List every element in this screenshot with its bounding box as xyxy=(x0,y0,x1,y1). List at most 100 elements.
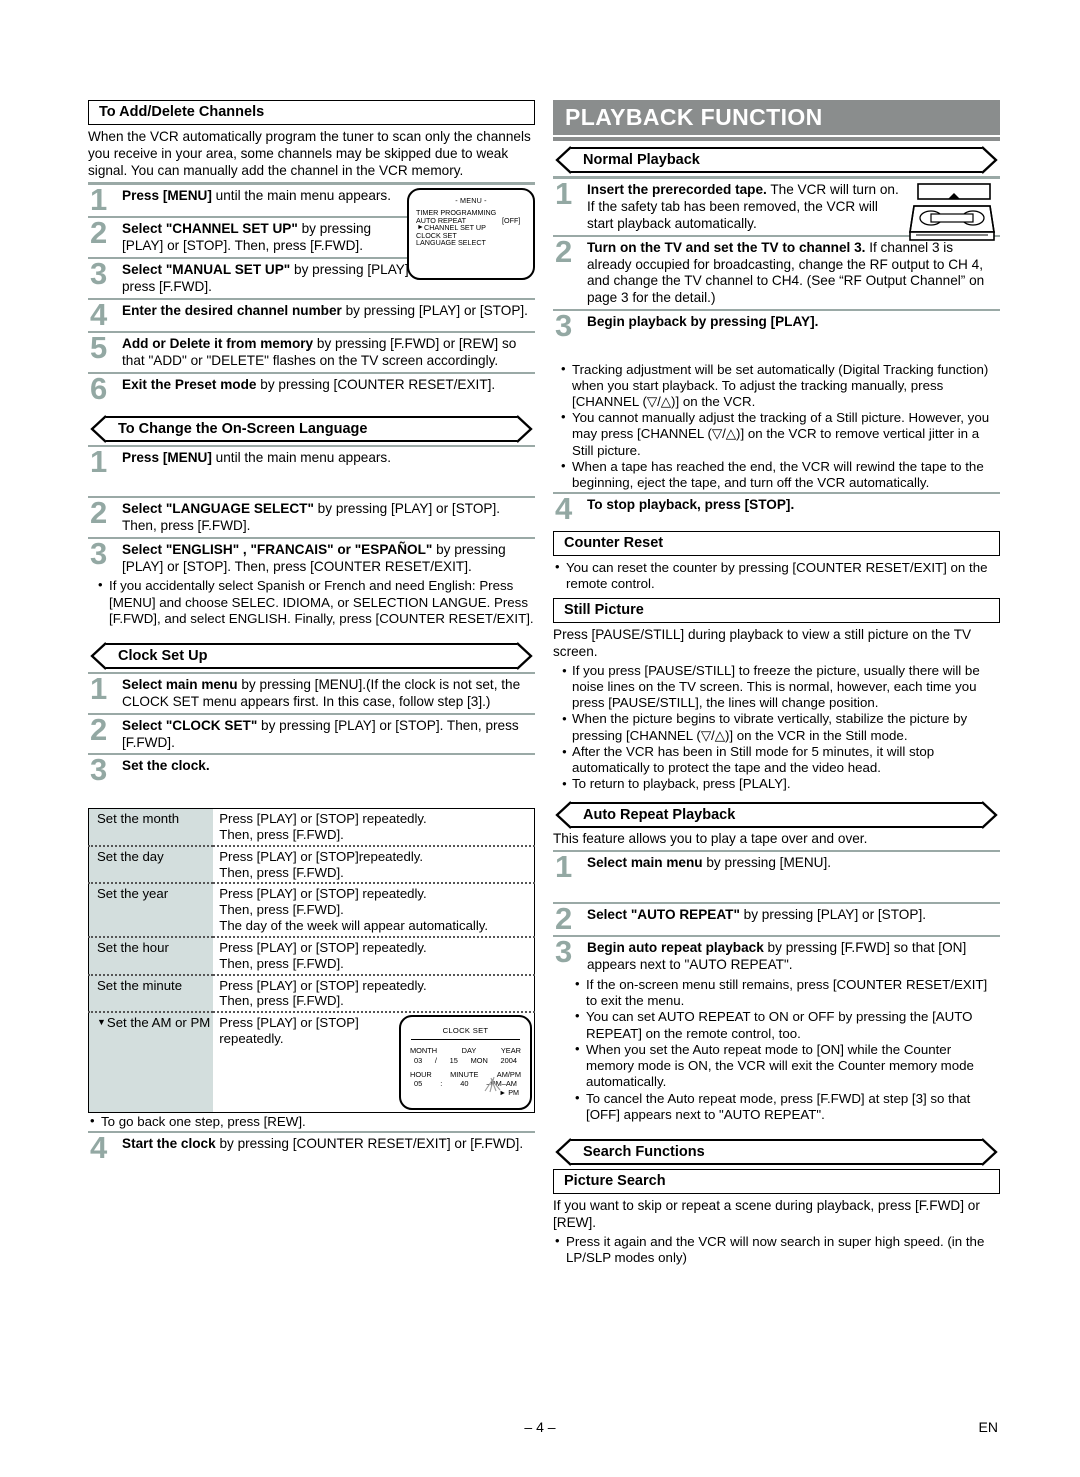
step-text: Enter the desired channel number by pres… xyxy=(122,302,528,318)
step-number: 1 xyxy=(555,176,573,212)
picture-search-bullets: Press it again and the VCR will now sear… xyxy=(553,1233,1000,1266)
osd-clock-title: CLOCK SET xyxy=(442,1026,489,1036)
still-picture-intro: Press [PAUSE/STILL] during playback to v… xyxy=(553,627,972,659)
still-picture-bullets: If you press [PAUSE/STILL] to freeze the… xyxy=(559,663,1000,793)
step-text: Turn on the TV and set the TV to channel… xyxy=(587,239,985,306)
step-row: 1 Select main menu by pressing [MENU].(I… xyxy=(88,671,535,713)
osd-menu-rows: TIMER PROGRAMMING AUTO REPEAT [OFF] ► CHAN… xyxy=(416,209,533,247)
step-row: 4 Start the clock by pressing [COUNTER R… xyxy=(88,1132,535,1165)
step-row: 1 Select main menu by pressing [MENU]. xyxy=(553,849,1000,902)
page-number: – 4 – xyxy=(524,1419,556,1435)
language-note: If you accidentally select Spanish or Fr… xyxy=(96,577,535,627)
section-normal-playback-header: Normal Playback xyxy=(553,146,1000,174)
step-text: Set the clock. xyxy=(122,758,210,774)
step-row: 2 Select "LANGUAGE SELECT" by pressing [… xyxy=(88,497,535,537)
bullet-item: You cannot manually adjust the tracking … xyxy=(559,409,1000,459)
step-row: 3 Select "ENGLISH" , "FRANCAIS" or "ESPA… xyxy=(88,538,535,578)
section-counter-reset-title: Counter Reset xyxy=(553,530,1000,557)
left-column: To Add/Delete Channels When the VCR auto… xyxy=(88,100,535,1268)
table-cell-value: Press [PLAY] or [STOP] repeatedly. Then,… xyxy=(213,973,535,1013)
step-text: Begin playback by pressing [PLAY]. xyxy=(587,314,819,330)
table-cell-value: Press [PLAY] or [STOP] repeatedly. Then,… xyxy=(213,935,535,975)
bracket-left-icon xyxy=(553,801,571,830)
osd-menu-title: - MENU - xyxy=(455,195,487,205)
section-clock-header: Clock Set Up xyxy=(88,642,535,670)
step-row: 2 Select "AUTO REPEAT" by pressing [PLAY… xyxy=(553,903,1000,936)
bracket-left-icon xyxy=(88,642,106,670)
banner-underline xyxy=(553,137,1000,142)
bullet-item: You can reset the counter by pressing [C… xyxy=(553,559,1000,592)
step-text: Select "LANGUAGE SELECT" by pressing [PL… xyxy=(122,501,501,533)
section-language-header: To Change the On-Screen Language xyxy=(88,414,535,443)
table-cell-label: Set the month xyxy=(88,808,214,846)
osd-clock-grid: MONTH DAY YEAR 03 / 15 MON 2004 HOUR MIN… xyxy=(410,1046,521,1098)
picture-search-intro: If you want to skip or repeat a scene du… xyxy=(553,1198,980,1231)
bracket-right-icon xyxy=(517,642,535,670)
step-text: Press [MENU] until the main menu appears… xyxy=(122,449,391,465)
section-normal-playback-title: Normal Playback xyxy=(583,152,700,169)
bullet-item: To return to playback, press [PLALY]. xyxy=(559,776,1000,792)
step-row: 3 Begin playback by pressing [PLAY]. xyxy=(553,310,1000,361)
step-row: 5 Add or Delete it from memory by pressi… xyxy=(88,333,535,372)
bullet-item: When the picture begins to vibrate verti… xyxy=(559,711,1000,743)
bracket-left-icon xyxy=(88,414,106,443)
table-row: Set the hour Press [PLAY] or [STOP] repe… xyxy=(88,935,535,975)
step-text: Select "ENGLISH" , "FRANCAIS" or "ESPAÑO… xyxy=(122,541,506,574)
table-row: Set the month Press [PLAY] or [STOP] rep… xyxy=(88,808,535,846)
osd-auto-repeat-value: [OFF] xyxy=(502,215,521,225)
bullet-item: When a tape has reached the end, the VCR… xyxy=(559,458,1000,491)
page-language-code: EN xyxy=(978,1419,998,1435)
step-text: To stop playback, press [STOP]. xyxy=(587,497,795,513)
step-row: 1 Press [MENU] until the main menu appea… xyxy=(88,443,535,497)
table-cell-label: ▼Set the AM or PM xyxy=(88,1011,214,1113)
step-text: Start the clock by pressing [COUNTER RES… xyxy=(122,1135,524,1151)
table-row: Set the day Press [PLAY] or [STOP]repeat… xyxy=(88,844,535,884)
section-search-functions-header: Search Functions xyxy=(553,1138,1000,1166)
step-text: Add or Delete it from memory by pressing… xyxy=(122,336,517,369)
step-row: 3 Set the clock. xyxy=(88,755,535,805)
language-note-list: If you accidentally select Spanish or Fr… xyxy=(96,577,535,627)
table-cell-label: Set the minute xyxy=(88,973,214,1013)
clock-back-note-list: To go back one step, press [REW]. xyxy=(88,1113,535,1130)
step-text: Exit the Preset mode by pressing [COUNTE… xyxy=(122,377,496,393)
step-text: Select "CLOCK SET" by pressing [PLAY] or… xyxy=(122,717,519,750)
table-row: Set the minute Press [PLAY] or [STOP] re… xyxy=(88,973,535,1013)
table-cell-label: Set the year xyxy=(88,882,214,937)
bracket-right-icon xyxy=(982,801,1000,830)
section-language-title: To Change the On-Screen Language xyxy=(118,420,368,437)
bullet-item: After the VCR has been in Still mode for… xyxy=(559,744,1000,776)
table-cell-value: Press [PLAY] or [STOP] repeatedly. Then,… xyxy=(213,882,535,937)
section-still-picture-title: Still Picture xyxy=(553,597,1000,624)
bullet-item: If the on-screen menu still remains, pre… xyxy=(573,976,1000,1009)
step-number: 2 xyxy=(555,233,573,269)
step-number: 1 xyxy=(90,671,108,707)
table-cell-label: Set the day xyxy=(88,844,214,884)
step-number: 2 xyxy=(90,711,108,747)
step-row: 3 Begin auto repeat playback by pressing… xyxy=(553,937,1000,976)
osd-flash-lines-icon xyxy=(484,1077,501,1093)
table-cell-label: Set the hour xyxy=(88,935,214,975)
step-number: 1 xyxy=(90,181,108,217)
step-number: 1 xyxy=(90,443,108,479)
chapter-banner-playback-function: PLAYBACK FUNCTION xyxy=(553,100,1000,136)
step-number: 3 xyxy=(90,752,108,788)
section-auto-repeat-header: Auto Repeat Playback xyxy=(553,801,1000,830)
bullet-item: You can set AUTO REPEAT to ON or OFF by … xyxy=(573,1008,1000,1041)
normal-playback-bullets: Tracking adjustment will be set automati… xyxy=(559,361,1000,492)
step-number: 5 xyxy=(90,330,108,366)
step-number: 1 xyxy=(555,849,573,885)
bullet-item: If you press [PAUSE/STILL] to freeze the… xyxy=(559,663,1000,712)
step-number: 4 xyxy=(90,296,108,332)
section-auto-repeat-title: Auto Repeat Playback xyxy=(583,807,736,824)
step-number: 3 xyxy=(90,256,108,292)
auto-repeat-bullets: If the on-screen menu still remains, pre… xyxy=(573,976,1000,1123)
bullet-item: When you set the Auto repeat mode to [ON… xyxy=(573,1041,1000,1091)
section-add-delete-channels-title: To Add/Delete Channels xyxy=(88,100,535,126)
add-delete-intro: When the VCR automatically program the t… xyxy=(88,129,531,179)
step-number: 4 xyxy=(555,491,573,527)
table-cell-value: Press [PLAY] or [STOP] repeatedly. CLOCK… xyxy=(213,1011,535,1113)
clock-back-note: To go back one step, press [REW]. xyxy=(88,1113,535,1130)
manual-page: To Add/Delete Channels When the VCR auto… xyxy=(0,0,1080,1477)
bullet-item: Press it again and the VCR will now sear… xyxy=(553,1233,1000,1266)
step-text: Select "AUTO REPEAT" by pressing [PLAY] … xyxy=(587,906,927,922)
